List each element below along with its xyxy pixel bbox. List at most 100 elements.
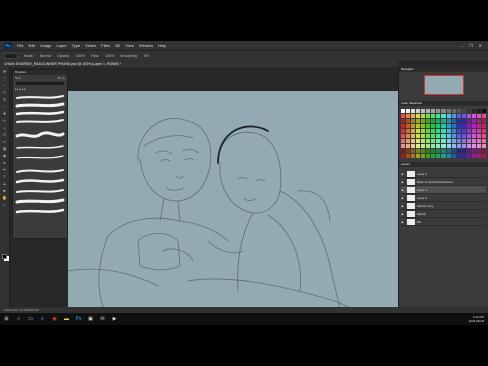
- folder-icon[interactable]: ▬: [63, 316, 70, 323]
- color-swatch[interactable]: [461, 119, 466, 123]
- color-swatch[interactable]: [436, 129, 441, 133]
- pen-tool-icon[interactable]: ✒: [2, 167, 8, 172]
- color-swatch[interactable]: [481, 119, 486, 123]
- color-swatch[interactable]: [421, 154, 426, 158]
- hand-tool-icon[interactable]: ✋: [2, 195, 8, 200]
- color-swatch[interactable]: [416, 114, 421, 118]
- search-icon[interactable]: ○: [15, 316, 22, 323]
- color-swatch[interactable]: [481, 154, 486, 158]
- color-swatch[interactable]: [441, 144, 446, 148]
- color-swatch[interactable]: [456, 124, 461, 128]
- color-swatch[interactable]: [426, 134, 431, 138]
- blur-tool-icon[interactable]: ◆: [2, 153, 8, 158]
- color-swatch[interactable]: [451, 109, 456, 113]
- crop-tool-icon[interactable]: ⌗: [2, 97, 8, 102]
- brush-preset-strokes[interactable]: [13, 92, 67, 232]
- color-swatch[interactable]: [456, 114, 461, 118]
- brush-tool-icon[interactable]: ✏: [2, 118, 8, 123]
- menu-view[interactable]: View: [125, 43, 134, 48]
- color-swatch[interactable]: [471, 109, 476, 113]
- color-swatch[interactable]: [421, 119, 426, 123]
- color-swatch[interactable]: [416, 109, 421, 113]
- color-swatch[interactable]: [436, 154, 441, 158]
- brush-size-slider[interactable]: [16, 82, 64, 85]
- color-swatch[interactable]: [441, 109, 446, 113]
- color-swatch[interactable]: [416, 144, 421, 148]
- color-swatch[interactable]: [406, 109, 411, 113]
- color-swatch[interactable]: [466, 144, 471, 148]
- color-swatch[interactable]: [416, 149, 421, 153]
- color-swatch[interactable]: [411, 139, 416, 143]
- color-swatch[interactable]: [466, 114, 471, 118]
- color-swatch[interactable]: [471, 139, 476, 143]
- color-swatch[interactable]: [481, 134, 486, 138]
- layer-row[interactable]: ◉ BG: [401, 218, 486, 226]
- color-swatch[interactable]: [416, 134, 421, 138]
- color-swatch[interactable]: [431, 154, 436, 158]
- color-swatch[interactable]: [411, 134, 416, 138]
- color-swatch[interactable]: [426, 139, 431, 143]
- photoshop-logo-icon[interactable]: Ps: [4, 42, 12, 49]
- color-swatch[interactable]: [421, 149, 426, 153]
- color-swatch[interactable]: [451, 144, 456, 148]
- color-swatch[interactable]: [461, 144, 466, 148]
- mail-icon[interactable]: ✉: [99, 316, 106, 323]
- color-swatch[interactable]: [411, 149, 416, 153]
- color-swatch[interactable]: [446, 124, 451, 128]
- color-swatch[interactable]: [451, 119, 456, 123]
- canvas[interactable]: [67, 91, 398, 307]
- color-swatch[interactable]: [406, 114, 411, 118]
- menu-image[interactable]: Image: [40, 43, 51, 48]
- color-swatch[interactable]: [471, 144, 476, 148]
- color-swatch[interactable]: [401, 124, 406, 128]
- color-swatch[interactable]: [451, 129, 456, 133]
- media-icon[interactable]: ▶: [111, 316, 118, 323]
- color-swatch[interactable]: [456, 119, 461, 123]
- color-swatch[interactable]: [426, 114, 431, 118]
- menu-file[interactable]: File: [17, 43, 23, 48]
- color-swatch[interactable]: [471, 154, 476, 158]
- color-swatch[interactable]: [481, 109, 486, 113]
- system-tray[interactable]: 3:12 PM 2018-08-08: [469, 315, 488, 323]
- color-swatch[interactable]: [481, 144, 486, 148]
- lasso-tool-icon[interactable]: ◌: [2, 83, 8, 88]
- color-swatch[interactable]: [436, 139, 441, 143]
- color-swatch[interactable]: [431, 109, 436, 113]
- color-swatch[interactable]: [461, 154, 466, 158]
- color-swatch[interactable]: [431, 114, 436, 118]
- menu-edit[interactable]: Edit: [28, 43, 35, 48]
- path-select-tool-icon[interactable]: ▲: [2, 181, 8, 186]
- color-swatch[interactable]: [456, 109, 461, 113]
- menu-help[interactable]: Help: [158, 43, 166, 48]
- foreground-color-swatch[interactable]: [2, 254, 7, 259]
- color-swatch[interactable]: [421, 129, 426, 133]
- flow-value[interactable]: 100%: [105, 54, 114, 58]
- smoothing-value[interactable]: 0%: [144, 54, 149, 58]
- healing-tool-icon[interactable]: ✚: [2, 111, 8, 116]
- color-swatch[interactable]: [441, 139, 446, 143]
- swatch-grid[interactable]: [401, 109, 486, 158]
- quick-select-tool-icon[interactable]: ✎: [2, 90, 8, 95]
- color-swatch[interactable]: [401, 119, 406, 123]
- color-swatch[interactable]: [456, 144, 461, 148]
- eye-icon[interactable]: ◉: [401, 188, 405, 192]
- color-swatch[interactable]: [471, 114, 476, 118]
- brush-size-value[interactable]: 30 px: [58, 76, 65, 80]
- photoshop-icon[interactable]: Ps: [75, 316, 82, 323]
- color-swatch[interactable]: [441, 124, 446, 128]
- marquee-tool-icon[interactable]: ⬚: [2, 76, 8, 81]
- color-swatch[interactable]: [431, 129, 436, 133]
- color-swatch[interactable]: [406, 124, 411, 128]
- color-swatch[interactable]: [466, 109, 471, 113]
- layer-row[interactable]: ◉ Sketch: [401, 210, 486, 218]
- edge-icon[interactable]: e: [39, 316, 46, 323]
- color-swatch[interactable]: [471, 124, 476, 128]
- menu-type[interactable]: Type: [72, 43, 81, 48]
- color-swatch[interactable]: [476, 109, 481, 113]
- eye-icon[interactable]: ◉: [401, 172, 405, 176]
- color-swatch[interactable]: [416, 119, 421, 123]
- color-swatch[interactable]: [446, 144, 451, 148]
- color-swatch[interactable]: [401, 129, 406, 133]
- color-swatch[interactable]: [411, 124, 416, 128]
- close-button[interactable]: ✕: [479, 43, 482, 48]
